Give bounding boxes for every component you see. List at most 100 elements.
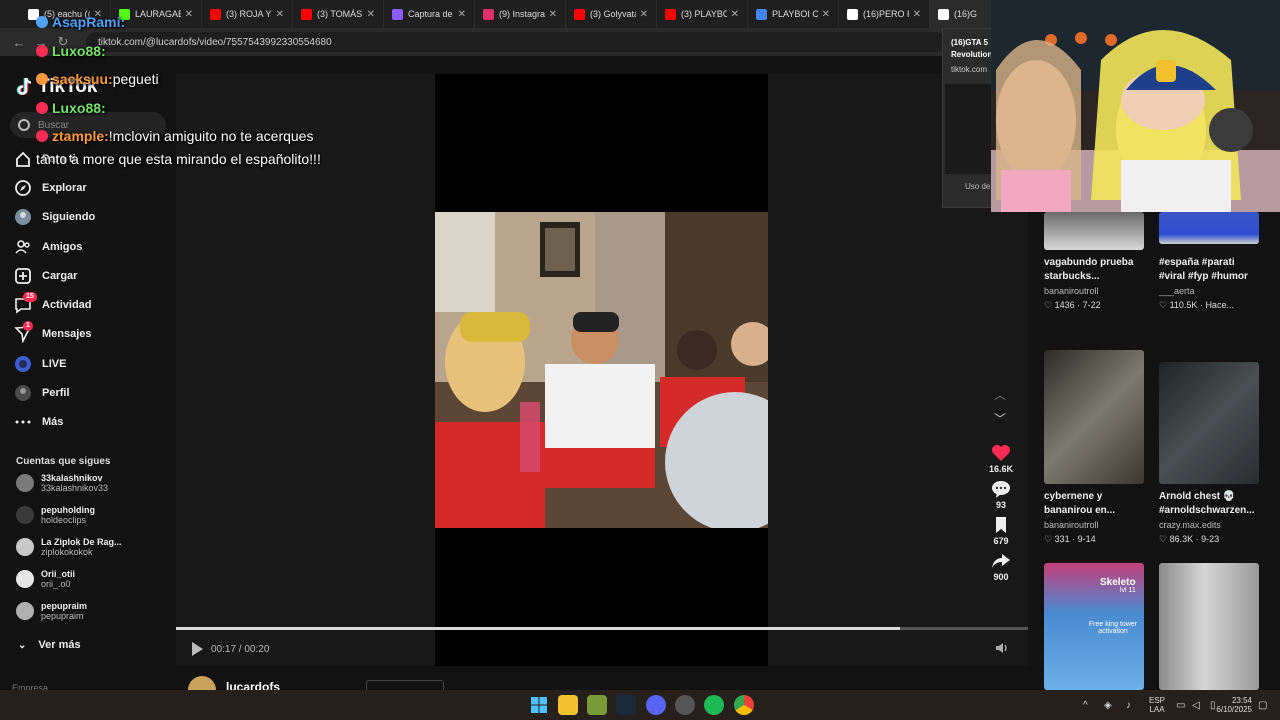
video-frame[interactable]	[435, 212, 768, 528]
sidebar-item-live[interactable]: LIVE	[14, 349, 174, 378]
friends-icon	[14, 238, 32, 256]
windows-start-icon[interactable]	[529, 695, 549, 715]
tab-favicon-icon	[847, 8, 858, 20]
file-explorer-icon[interactable]	[558, 695, 578, 715]
sidebar-item-actividad[interactable]: 15 Actividad	[14, 290, 174, 319]
sidebar-item-label: Siguiendo	[42, 211, 96, 224]
save-count: 679	[993, 536, 1009, 546]
close-icon[interactable]: ✕	[458, 9, 466, 20]
sidebar-item-label: Actividad	[42, 299, 92, 312]
sidebar-item-explorar[interactable]: Explorar	[14, 173, 174, 202]
recommendation-card[interactable]: #españa #parati #viral #fyp #humor ___aer…	[1159, 212, 1260, 311]
notifications-icon[interactable]: ▢	[1258, 690, 1267, 720]
play-icon[interactable]	[192, 642, 203, 656]
account-handle: orii_.o0	[41, 579, 71, 589]
clock[interactable]: 23:54 6/10/2025	[1216, 690, 1252, 720]
browser-tab[interactable]: Captura de p ✕	[384, 0, 475, 28]
close-icon[interactable]: ✕	[822, 9, 830, 20]
followed-account[interactable]: Orii_otii orii_.o0	[16, 564, 166, 594]
close-icon[interactable]: ✕	[731, 9, 739, 20]
close-icon[interactable]: ✕	[185, 9, 193, 20]
comment-icon	[992, 481, 1010, 498]
video-time: 00:17 / 00:20	[211, 643, 270, 655]
card-author: bananiroutroll	[1044, 520, 1099, 530]
activity-icon: 15	[14, 292, 37, 314]
next-video-button[interactable]: ﹀	[994, 410, 1006, 427]
game-app-icon[interactable]	[587, 695, 607, 715]
battery-icon[interactable]: ▯	[1210, 690, 1216, 720]
chat-emote-icon	[36, 45, 48, 57]
account-name: pepuholding	[41, 505, 95, 515]
recommendation-card[interactable]: vagabundo prueba starbucks... bananiroutr…	[1044, 212, 1145, 311]
followed-account[interactable]: pepupraim pepupraim	[16, 596, 166, 626]
share-button[interactable]: 900	[986, 552, 1016, 582]
previous-video-button[interactable]: ︿	[994, 386, 1006, 403]
share-icon	[992, 554, 1010, 568]
upload-icon	[14, 267, 32, 285]
chrome-icon[interactable]	[734, 695, 754, 715]
browser-tab[interactable]: (3) Golyvata ✕	[566, 0, 657, 28]
video-progress-bar[interactable]	[176, 627, 1028, 630]
video-time-controls: 00:17 / 00:20	[192, 642, 269, 656]
volume-icon[interactable]	[994, 640, 1010, 656]
see-more-button[interactable]: ⌄ Ver más	[18, 639, 81, 651]
card-author: bananiroutroll	[1044, 286, 1099, 296]
followed-account[interactable]: La Ziplok De Rag... ziplokokokok	[16, 532, 166, 562]
sidebar-item-label: Cargar	[42, 269, 78, 282]
back-icon[interactable]: ←	[8, 31, 30, 53]
close-icon[interactable]: ✕	[549, 9, 557, 20]
recommendation-card[interactable]: Skeleto lvl 11 Free king tower activation	[1044, 563, 1145, 690]
browser-tab[interactable]: (9) Instagram ✕	[475, 0, 566, 28]
search-icon	[18, 119, 30, 131]
tab-title: PLAYBOI CAR	[772, 9, 818, 19]
recommendation-card[interactable]: cybernene y bananirou en... bananiroutrol…	[1044, 350, 1145, 545]
tray-overflow-icon[interactable]: ^	[1083, 690, 1088, 720]
tab-title: (16)PERO RA	[863, 9, 909, 19]
browser-tab[interactable]: PLAYBOI CAR ✕	[748, 0, 839, 28]
discord-icon[interactable]	[646, 695, 666, 715]
sidebar-item-mensajes[interactable]: 1 Mensajes	[14, 320, 174, 349]
volume-tray-icon[interactable]: ◁	[1192, 690, 1200, 720]
tab-hover-card: (16)GTA 5 Revolution tiktok.com Uso de	[942, 28, 994, 208]
followed-account[interactable]: 33kalashnikov 33kalashnikov33	[16, 468, 166, 498]
followed-account[interactable]: pepuholding holdeoclips	[16, 500, 166, 530]
tab-title: (3) PLAYBOI	[681, 9, 727, 19]
steam-icon[interactable]	[616, 695, 636, 715]
like-button[interactable]: 16.6K	[986, 444, 1016, 474]
tab-favicon-icon	[574, 8, 585, 20]
language-indicator[interactable]: ESP LAA	[1149, 690, 1165, 720]
notification-badge: 15	[23, 292, 37, 303]
hover-card-domain: tiktok.com	[951, 65, 988, 74]
sidebar-item-cargar[interactable]: Cargar	[14, 261, 174, 290]
tray-app-icon[interactable]: ◈	[1104, 690, 1112, 720]
spotify-icon[interactable]	[704, 695, 724, 715]
network-icon[interactable]: ▭	[1176, 690, 1185, 720]
comment-button[interactable]: 93	[986, 480, 1016, 510]
browser-tab[interactable]: (3) TOMÁS M ✕	[293, 0, 384, 28]
close-icon[interactable]: ✕	[276, 9, 284, 20]
avatar	[16, 506, 34, 524]
sidebar-item-perfil[interactable]: Perfil	[14, 378, 174, 407]
browser-tab[interactable]: (3) ROJA Y A ✕	[202, 0, 293, 28]
browser-tab[interactable]: (16)PERO RA ✕	[839, 0, 930, 28]
sidebar-nav: Para ti Explorar Siguiendo Amigos Cargar 15 Ac…	[14, 144, 174, 437]
sidebar-item-amigos[interactable]: Amigos	[14, 232, 174, 261]
recommendation-card[interactable]	[1159, 563, 1260, 690]
tab-title: (3) ROJA Y A	[226, 9, 272, 19]
card-stats: ♡ 1436 · 7-22	[1044, 300, 1101, 310]
sidebar-item-m-s[interactable]: Más	[14, 408, 174, 437]
chevron-down-icon: ⌄	[18, 639, 27, 651]
obs-icon[interactable]	[675, 695, 695, 715]
chat-line: AsapRami:	[36, 14, 125, 30]
compass-icon	[14, 179, 32, 197]
recommendation-card[interactable]: Arnold chest 💀 #arnoldschwarzen... crazy.…	[1159, 362, 1260, 545]
browser-tab[interactable]: (3) PLAYBOI ✕	[657, 0, 748, 28]
account-handle: ziplokokokok	[41, 547, 93, 557]
microphone-icon[interactable]: ♪	[1126, 690, 1131, 720]
address-bar[interactable]: tiktok.com/@lucardofs/video/755754399233…	[86, 32, 946, 52]
save-button[interactable]: 679	[986, 516, 1016, 546]
close-icon[interactable]: ✕	[640, 9, 648, 20]
close-icon[interactable]: ✕	[367, 9, 375, 20]
close-icon[interactable]: ✕	[913, 9, 921, 20]
sidebar-item-siguiendo[interactable]: Siguiendo	[14, 203, 174, 232]
